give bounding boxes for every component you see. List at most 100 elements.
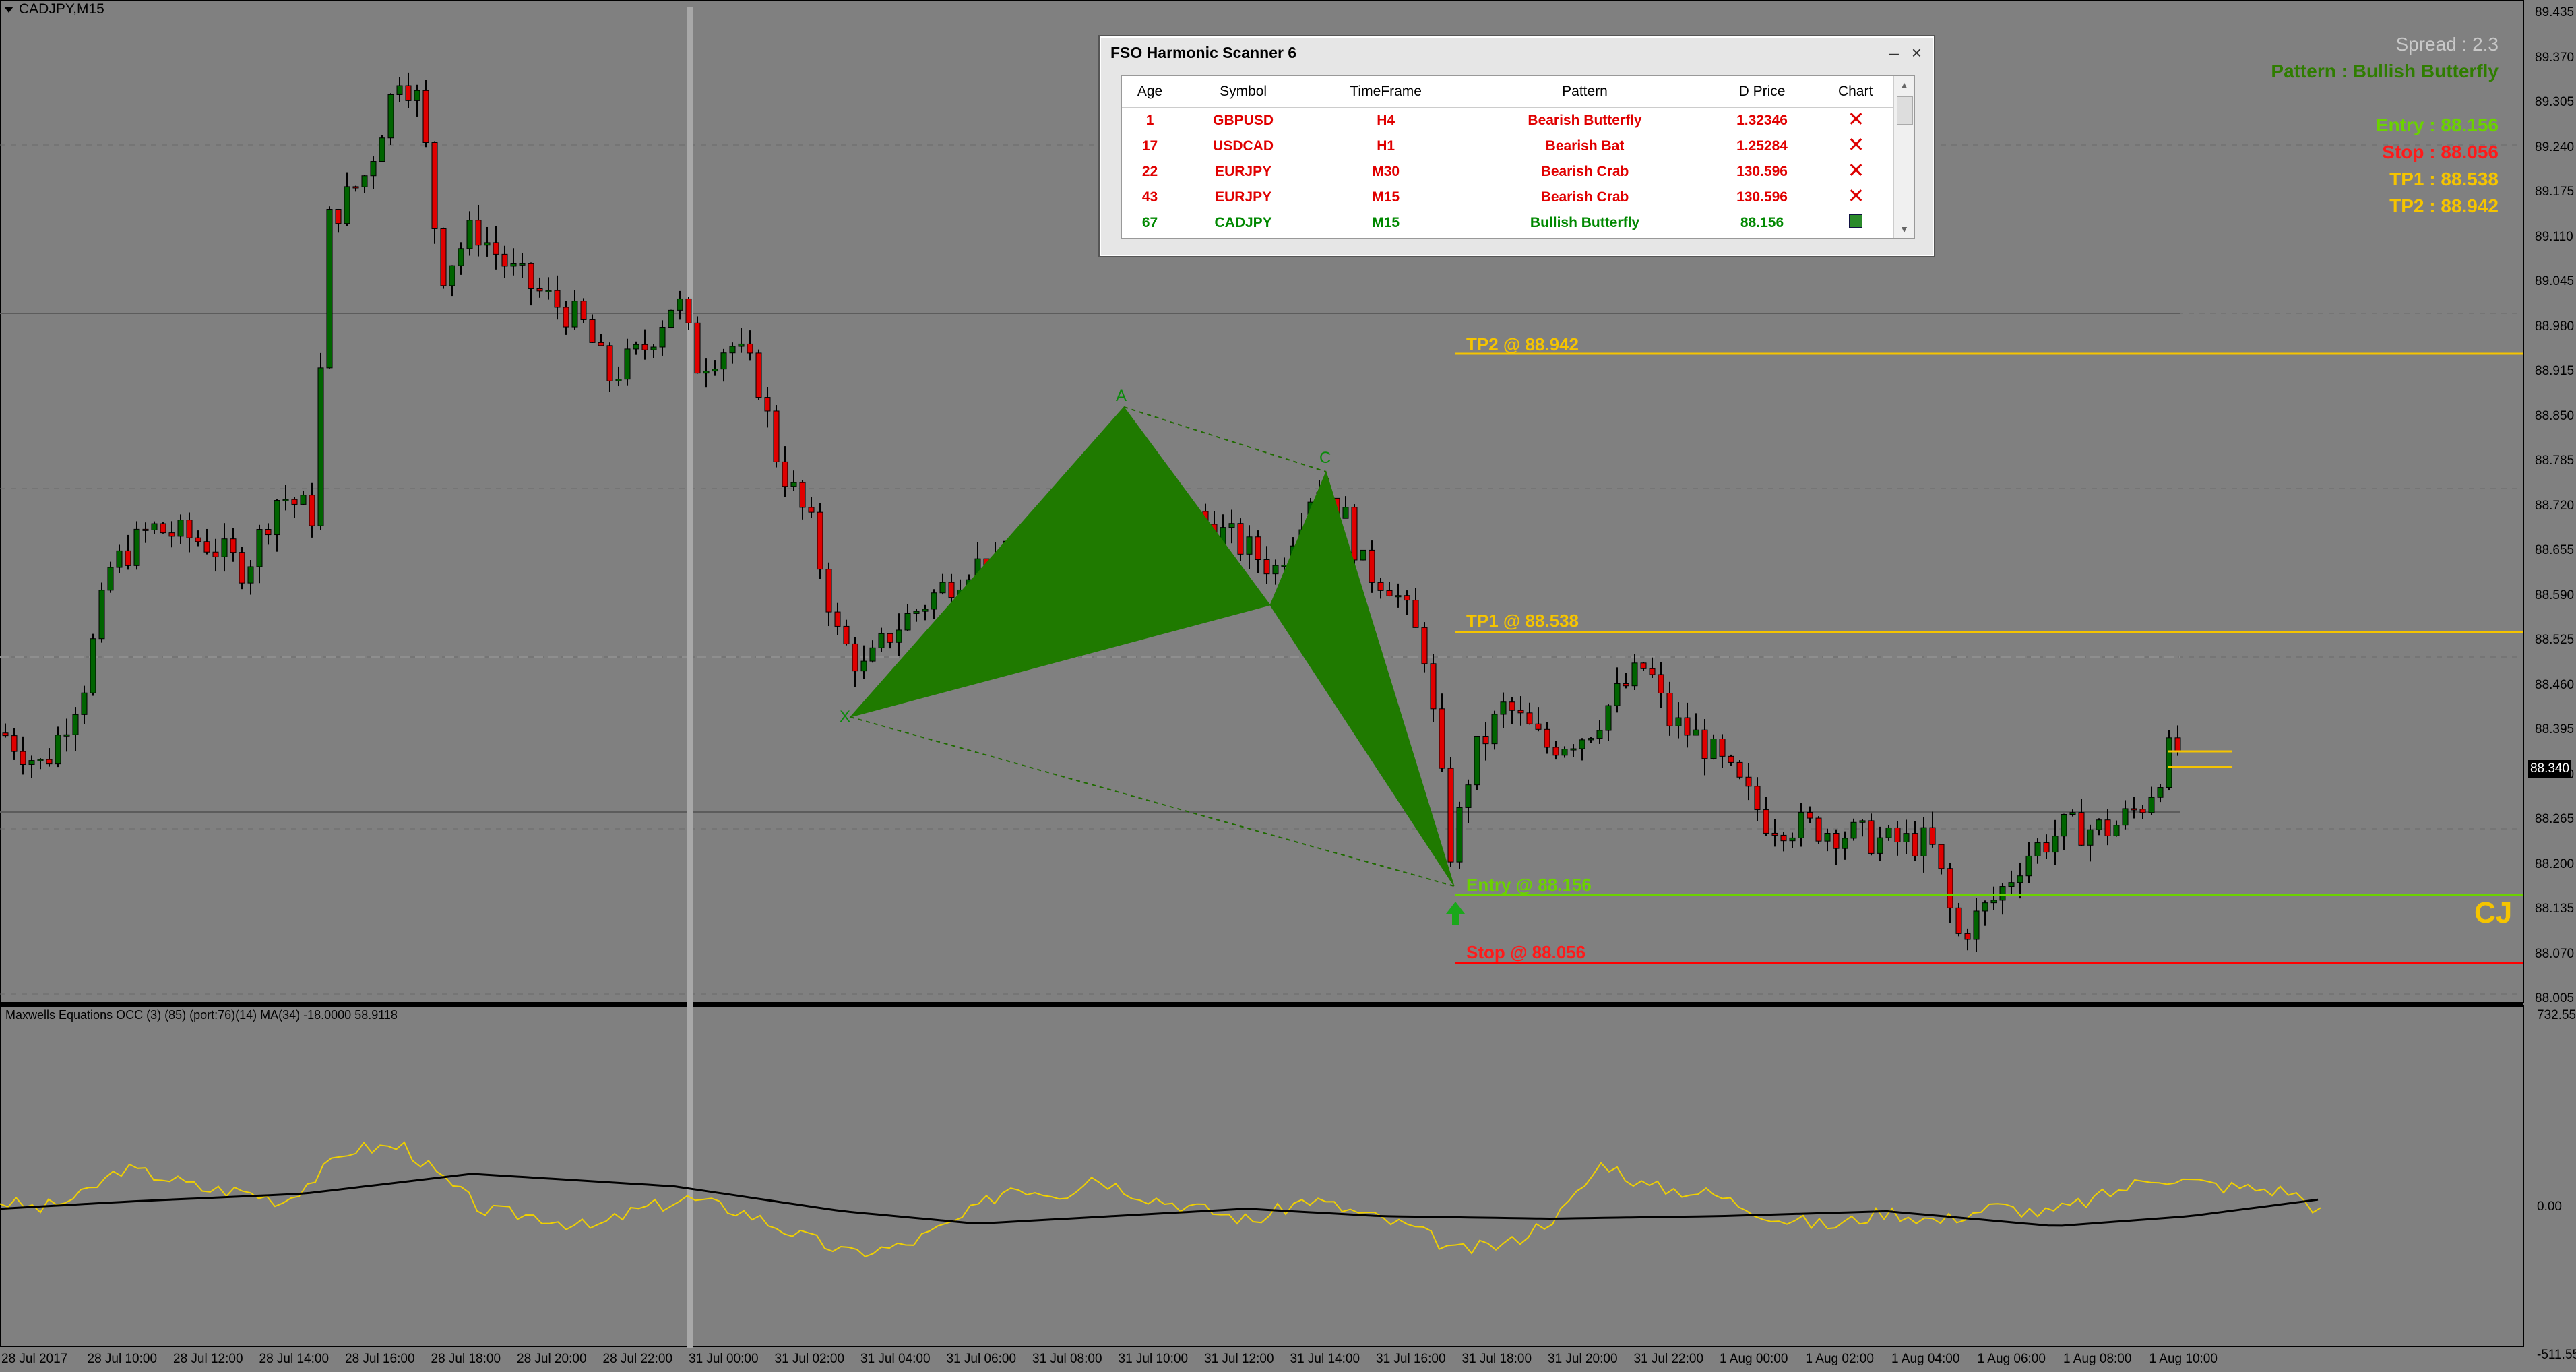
price-tick-label: 88.525 bbox=[2535, 633, 2575, 647]
bear-candle bbox=[160, 523, 166, 534]
bear-candle bbox=[431, 142, 438, 229]
bear-candle bbox=[843, 625, 850, 644]
symbol-timeframe: CADJPY,M15 bbox=[19, 1, 104, 17]
bear-candle bbox=[186, 520, 193, 538]
bear-candle bbox=[834, 611, 841, 627]
col-symbol[interactable]: Symbol bbox=[1178, 76, 1309, 108]
cell-tf: M15 bbox=[1372, 189, 1400, 205]
scanner-row[interactable]: 17 USDCAD H1 Bearish Bat 1.25284 bbox=[1122, 133, 1893, 159]
bear-candle bbox=[195, 537, 201, 542]
bull-candle bbox=[1561, 749, 1568, 756]
bull-candle bbox=[458, 248, 464, 266]
bull-candle bbox=[326, 209, 333, 369]
bull-candle bbox=[1859, 820, 1866, 823]
open-chart-icon[interactable] bbox=[1848, 214, 1862, 228]
bull-candle bbox=[904, 613, 911, 631]
bear-candle bbox=[291, 499, 298, 505]
cell-chart[interactable] bbox=[1817, 108, 1893, 134]
bull-candle bbox=[2034, 842, 2041, 856]
minimize-icon[interactable]: – bbox=[1889, 38, 1899, 67]
bear-candle bbox=[230, 538, 237, 553]
bull-candle bbox=[63, 734, 70, 737]
bull-candle bbox=[2017, 875, 2023, 883]
bull-candle bbox=[1798, 811, 1804, 838]
harmonic-scanner-window[interactable]: FSO Harmonic Scanner 6 – × Age Symbol Ti… bbox=[1100, 36, 1934, 256]
time-tick-label: 31 Jul 10:00 bbox=[1118, 1352, 1189, 1366]
price-tick-label: 88.135 bbox=[2535, 902, 2575, 916]
bull-candle bbox=[72, 714, 79, 735]
price-tick-label: 88.720 bbox=[2535, 498, 2575, 513]
bear-candle bbox=[817, 511, 823, 570]
bear-candle bbox=[1955, 907, 1962, 934]
scroll-up-icon[interactable]: ▲ bbox=[1894, 76, 1914, 94]
bear-candle bbox=[493, 242, 499, 255]
scanner-table-area[interactable]: Age Symbol TimeFrame Pattern D Price Cha… bbox=[1121, 75, 1915, 239]
time-tick-label: 31 Jul 18:00 bbox=[1462, 1352, 1532, 1366]
bear-candle bbox=[501, 253, 508, 267]
close-chart-icon[interactable] bbox=[1850, 113, 1862, 125]
col-age[interactable]: Age bbox=[1122, 76, 1179, 108]
cell-symbol: CADJPY bbox=[1214, 215, 1272, 230]
oscillator-label: Maxwells Equations OCC (3) (85) (port:76… bbox=[5, 1008, 398, 1022]
bull-candle bbox=[1990, 900, 1997, 904]
bear-candle bbox=[1684, 717, 1691, 736]
bull-candle bbox=[1272, 565, 1279, 575]
close-icon[interactable]: × bbox=[1912, 38, 1922, 67]
bear-candle bbox=[1771, 832, 1778, 836]
scanner-title-bar[interactable]: FSO Harmonic Scanner 6 – × bbox=[1101, 38, 1933, 67]
entry-text: Entry : 88.156 bbox=[2375, 115, 2499, 135]
bear-candle bbox=[1430, 663, 1437, 710]
tp1-text: TP1 : 88.538 bbox=[2389, 168, 2499, 189]
bull-candle bbox=[1588, 738, 1594, 741]
scanner-row[interactable]: 43 EURJPY M15 Bearish Crab 130.596 bbox=[1122, 185, 1893, 210]
bull-candle bbox=[1982, 902, 1988, 912]
cell-chart[interactable] bbox=[1817, 133, 1893, 159]
scanner-row[interactable]: 22 EURJPY M30 Bearish Crab 130.596 bbox=[1122, 159, 1893, 185]
scanner-row[interactable]: 67 CADJPY M15 Bullish Butterfly 88.156 bbox=[1122, 210, 1893, 236]
spread-text: Spread : 2.3 bbox=[2395, 34, 2499, 55]
price-tick-label: 88.005 bbox=[2535, 991, 2575, 1005]
cell-pattern: Bearish Butterfly bbox=[1528, 113, 1642, 128]
close-chart-icon[interactable] bbox=[1850, 138, 1862, 150]
bear-candle bbox=[1947, 868, 1953, 908]
bear-candle bbox=[20, 751, 26, 765]
cell-chart[interactable] bbox=[1817, 210, 1893, 236]
pattern-text: Pattern : Bullish Butterfly bbox=[2271, 61, 2499, 82]
bull-candle bbox=[2148, 797, 2155, 813]
cell-chart[interactable] bbox=[1817, 159, 1893, 185]
dropdown-triangle-icon[interactable] bbox=[4, 6, 13, 13]
bear-candle bbox=[1552, 747, 1559, 756]
cell-symbol: EURJPY bbox=[1215, 189, 1272, 205]
bull-candle bbox=[650, 346, 657, 350]
scroll-down-icon[interactable]: ▼ bbox=[1894, 220, 1914, 238]
close-chart-icon[interactable] bbox=[1850, 164, 1862, 176]
bear-candle bbox=[598, 342, 604, 346]
price-tick-label: 88.980 bbox=[2535, 319, 2575, 334]
time-tick-label: 1 Aug 10:00 bbox=[2149, 1352, 2218, 1366]
bear-candle bbox=[405, 85, 412, 101]
bear-candle bbox=[1369, 549, 1375, 583]
scanner-row[interactable]: 1 GBPUSD H4 Bearish Butterfly 1.32346 bbox=[1122, 108, 1893, 134]
close-chart-icon[interactable] bbox=[1850, 189, 1862, 201]
cell-chart[interactable] bbox=[1817, 185, 1893, 210]
col-d-price[interactable]: D Price bbox=[1706, 76, 1818, 108]
bear-candle bbox=[212, 551, 219, 557]
price-tick-label: 89.370 bbox=[2535, 50, 2575, 65]
bear-candle bbox=[2139, 809, 2146, 813]
bull-candle bbox=[2025, 855, 2032, 877]
cell-tf: H1 bbox=[1377, 138, 1395, 154]
col-pattern[interactable]: Pattern bbox=[1463, 76, 1707, 108]
bear-candle bbox=[1237, 523, 1244, 555]
bear-candle bbox=[1833, 833, 1840, 849]
col-chart[interactable]: Chart bbox=[1817, 76, 1893, 108]
bull-candle bbox=[344, 186, 350, 224]
price-tick-label: 88.460 bbox=[2535, 677, 2575, 692]
bear-candle bbox=[755, 352, 762, 398]
bear-candle bbox=[1763, 809, 1769, 834]
bear-candle bbox=[1964, 933, 1971, 940]
scanner-scrollbar[interactable]: ▲ ▼ bbox=[1893, 76, 1914, 238]
col-timeframe[interactable]: TimeFrame bbox=[1309, 76, 1464, 108]
price-tick-label: 89.435 bbox=[2535, 5, 2575, 20]
scroll-thumb[interactable] bbox=[1897, 96, 1913, 125]
bull-candle bbox=[712, 369, 718, 372]
